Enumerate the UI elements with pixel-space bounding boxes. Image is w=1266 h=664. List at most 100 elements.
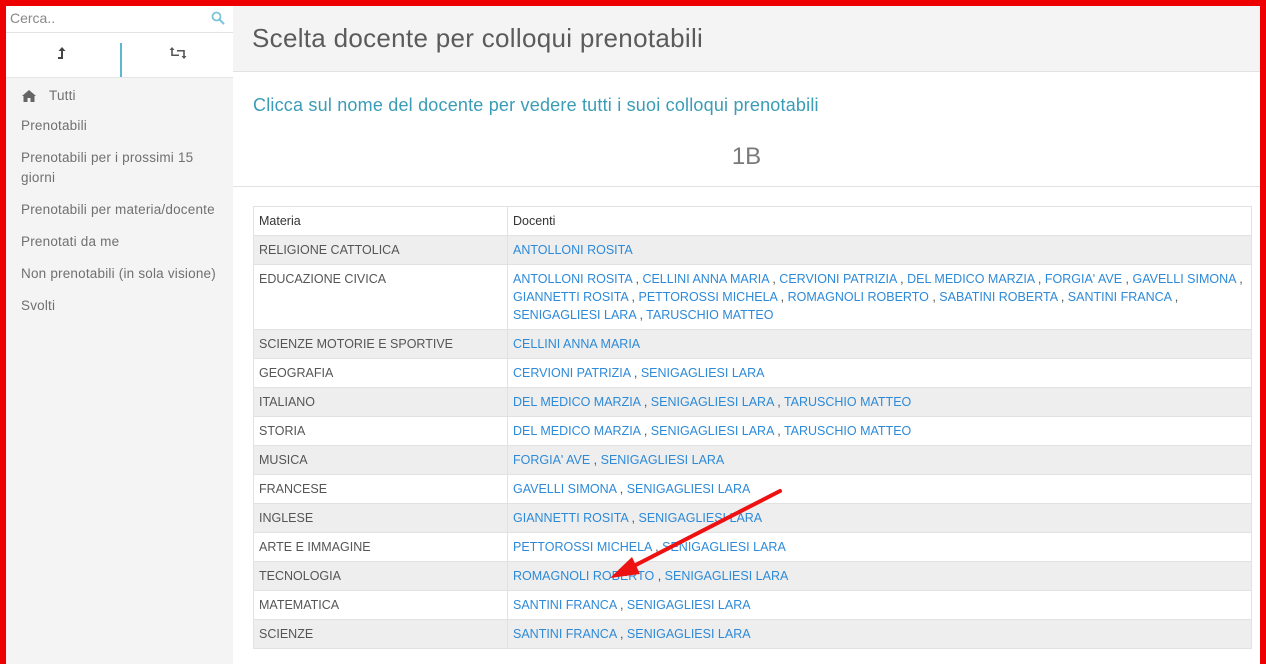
subject-cell: SCIENZE xyxy=(253,619,508,649)
subject-cell: INGLESE xyxy=(253,503,508,533)
teacher-separator: , xyxy=(896,272,908,286)
teachers-cell: FORGIA' AVE , SENIGAGLIESI LARA xyxy=(507,445,1252,475)
teacher-link[interactable]: DEL MEDICO MARZIA xyxy=(513,424,640,438)
subject-cell: SCIENZE MOTORIE E SPORTIVE xyxy=(253,329,508,359)
teachers-cell: SANTINI FRANCA , SENIGAGLIESI LARA xyxy=(507,619,1252,649)
teacher-separator: , xyxy=(777,290,788,304)
teacher-link[interactable]: SENIGAGLIESI LARA xyxy=(513,308,636,322)
table-row: MUSICA FORGIA' AVE , SENIGAGLIESI LARA xyxy=(253,445,1252,475)
teacher-separator: , xyxy=(616,627,627,641)
teacher-link[interactable]: GAVELLI SIMONA xyxy=(1132,272,1235,286)
teacher-separator: , xyxy=(773,424,784,438)
teachers-cell: GIANNETTI ROSITA , SENIGAGLIESI LARA xyxy=(507,503,1252,533)
teacher-link[interactable]: DEL MEDICO MARZIA xyxy=(513,395,640,409)
teacher-link[interactable]: CERVIONI PATRIZIA xyxy=(513,366,630,380)
teacher-separator: , xyxy=(635,308,647,322)
teachers-cell: DEL MEDICO MARZIA , SENIGAGLIESI LARA , … xyxy=(507,387,1252,417)
retweet-icon xyxy=(169,46,187,65)
teacher-link[interactable]: PETTOROSSI MICHELA xyxy=(513,540,652,554)
subject-cell: TECNOLOGIA xyxy=(253,561,508,591)
retweet-toggle-button[interactable] xyxy=(122,33,234,77)
table-header-row: Materia Docenti xyxy=(253,206,1252,236)
subject-cell: MUSICA xyxy=(253,445,508,475)
subject-cell: ITALIANO xyxy=(253,387,508,417)
teacher-link[interactable]: SENIGAGLIESI LARA xyxy=(627,482,751,496)
teacher-link[interactable]: ROMAGNOLI ROBERTO xyxy=(788,290,929,304)
table-row: EDUCAZIONE CIVICA ANTOLLONI ROSITA , CELL… xyxy=(253,264,1252,330)
teacher-link[interactable]: SENIGAGLIESI LARA xyxy=(651,395,774,409)
teacher-separator: , xyxy=(632,272,643,286)
teacher-separator: , xyxy=(628,290,639,304)
teachers-cell: CELLINI ANNA MARIA xyxy=(507,329,1252,359)
teacher-link[interactable]: ANTOLLONI ROSITA xyxy=(513,243,633,257)
sidebar-toggle-bar xyxy=(6,33,233,78)
table-row: SCIENZE SANTINI FRANCA , SENIGAGLIESI LAR… xyxy=(253,619,1252,649)
teacher-separator: , xyxy=(640,424,651,438)
sidebar-item-tutti[interactable]: Tutti xyxy=(6,86,233,106)
sidebar: Tutti Prenotabili Prenotabili per i pros… xyxy=(6,6,234,664)
table-row: MATEMATICA SANTINI FRANCA , SENIGAGLIESI … xyxy=(253,590,1252,620)
column-header-materia: Materia xyxy=(253,206,508,236)
teachers-cell: ANTOLLONI ROSITA , CELLINI ANNA MARIA , … xyxy=(507,264,1252,330)
sidebar-item-label: Non prenotabili (in sola visione) xyxy=(21,266,216,281)
teacher-link[interactable]: GIANNETTI ROSITA xyxy=(513,290,628,304)
teacher-link[interactable]: SANTINI FRANCA xyxy=(1068,290,1172,304)
teacher-link[interactable]: SANTINI FRANCA xyxy=(513,627,617,641)
sidebar-item-label: Svolti xyxy=(21,298,56,313)
teacher-separator: , xyxy=(590,453,601,467)
teacher-link[interactable]: CERVIONI PATRIZIA xyxy=(779,272,896,286)
teacher-link[interactable]: SENIGAGLIESI LARA xyxy=(627,627,751,641)
teacher-link[interactable]: SABATINI ROBERTA xyxy=(939,290,1057,304)
section-divider xyxy=(233,186,1260,187)
table-row: ITALIANO DEL MEDICO MARZIA , SENIGAGLIESI… xyxy=(253,387,1252,417)
teachers-cell: ROMAGNOLI ROBERTO , SENIGAGLIESI LARA xyxy=(507,561,1252,591)
teacher-link[interactable]: FORGIA' AVE xyxy=(1045,272,1122,286)
teacher-link[interactable]: SENIGAGLIESI LARA xyxy=(665,569,789,583)
table-row: SCIENZE MOTORIE E SPORTIVE CELLINI ANNA M… xyxy=(253,329,1252,359)
main-content: Scelta docente per colloqui prenotabili … xyxy=(233,6,1260,664)
instruction-subtitle: Clicca sul nome del docente per vedere t… xyxy=(253,95,819,115)
teacher-link[interactable]: GIANNETTI ROSITA xyxy=(513,511,628,525)
teacher-link[interactable]: ROMAGNOLI ROBERTO xyxy=(513,569,654,583)
teacher-link[interactable]: GAVELLI SIMONA xyxy=(513,482,616,496)
sidebar-item-prenotabili-15-giorni[interactable]: Prenotabili per i prossimi 15 giorni xyxy=(6,148,233,188)
teacher-link[interactable]: SENIGAGLIESI LARA xyxy=(627,598,751,612)
teacher-link[interactable]: TARUSCHIO MATTEO xyxy=(646,308,773,322)
subject-cell: MATEMATICA xyxy=(253,590,508,620)
teacher-link[interactable]: DEL MEDICO MARZIA xyxy=(907,272,1034,286)
teacher-link[interactable]: TARUSCHIO MATTEO xyxy=(784,424,911,438)
teacher-link[interactable]: SENIGAGLIESI LARA xyxy=(651,424,774,438)
sidebar-item-prenotati-da-me[interactable]: Prenotati da me xyxy=(6,232,233,252)
teacher-separator: , xyxy=(1122,272,1133,286)
teacher-separator: , xyxy=(928,290,940,304)
table-row: FRANCESE GAVELLI SIMONA , SENIGAGLIESI LA… xyxy=(253,474,1252,504)
teacher-separator: , xyxy=(773,395,784,409)
search-icon[interactable] xyxy=(211,11,225,25)
sidebar-item-label: Prenotabili per i prossimi 15 giorni xyxy=(21,150,194,185)
teacher-link[interactable]: SENIGAGLIESI LARA xyxy=(662,540,786,554)
sidebar-item-prenotabili[interactable]: Prenotabili xyxy=(6,116,233,136)
sidebar-item-svolti[interactable]: Svolti xyxy=(6,296,233,316)
teachers-cell: GAVELLI SIMONA , SENIGAGLIESI LARA xyxy=(507,474,1252,504)
sidebar-item-materia-docente[interactable]: Prenotabili per materia/docente xyxy=(6,200,233,220)
teacher-separator: , xyxy=(616,482,627,496)
teacher-link[interactable]: FORGIA' AVE xyxy=(513,453,590,467)
table-row: TECNOLOGIA ROMAGNOLI ROBERTO , SENIGAGLIE… xyxy=(253,561,1252,591)
teacher-separator: , xyxy=(768,272,780,286)
teacher-link[interactable]: CELLINI ANNA MARIA xyxy=(513,337,640,351)
teacher-link[interactable]: SENIGAGLIESI LARA xyxy=(638,511,762,525)
sidebar-item-non-prenotabili[interactable]: Non prenotabili (in sola visione) xyxy=(6,264,233,284)
teacher-link[interactable]: CELLINI ANNA MARIA xyxy=(642,272,768,286)
teacher-link[interactable]: SENIGAGLIESI LARA xyxy=(641,366,765,380)
teacher-link[interactable]: SANTINI FRANCA xyxy=(513,598,617,612)
teacher-link[interactable]: ANTOLLONI ROSITA xyxy=(513,272,632,286)
sidebar-item-label: Tutti xyxy=(49,88,76,103)
teacher-separator: , xyxy=(1057,290,1068,304)
teacher-separator: , xyxy=(1235,272,1243,286)
teacher-link[interactable]: TARUSCHIO MATTEO xyxy=(784,395,911,409)
upload-toggle-button[interactable] xyxy=(6,33,118,77)
search-input[interactable] xyxy=(10,8,200,28)
subject-cell: EDUCAZIONE CIVICA xyxy=(253,264,508,330)
teacher-link[interactable]: SENIGAGLIESI LARA xyxy=(601,453,725,467)
teacher-link[interactable]: PETTOROSSI MICHELA xyxy=(638,290,777,304)
